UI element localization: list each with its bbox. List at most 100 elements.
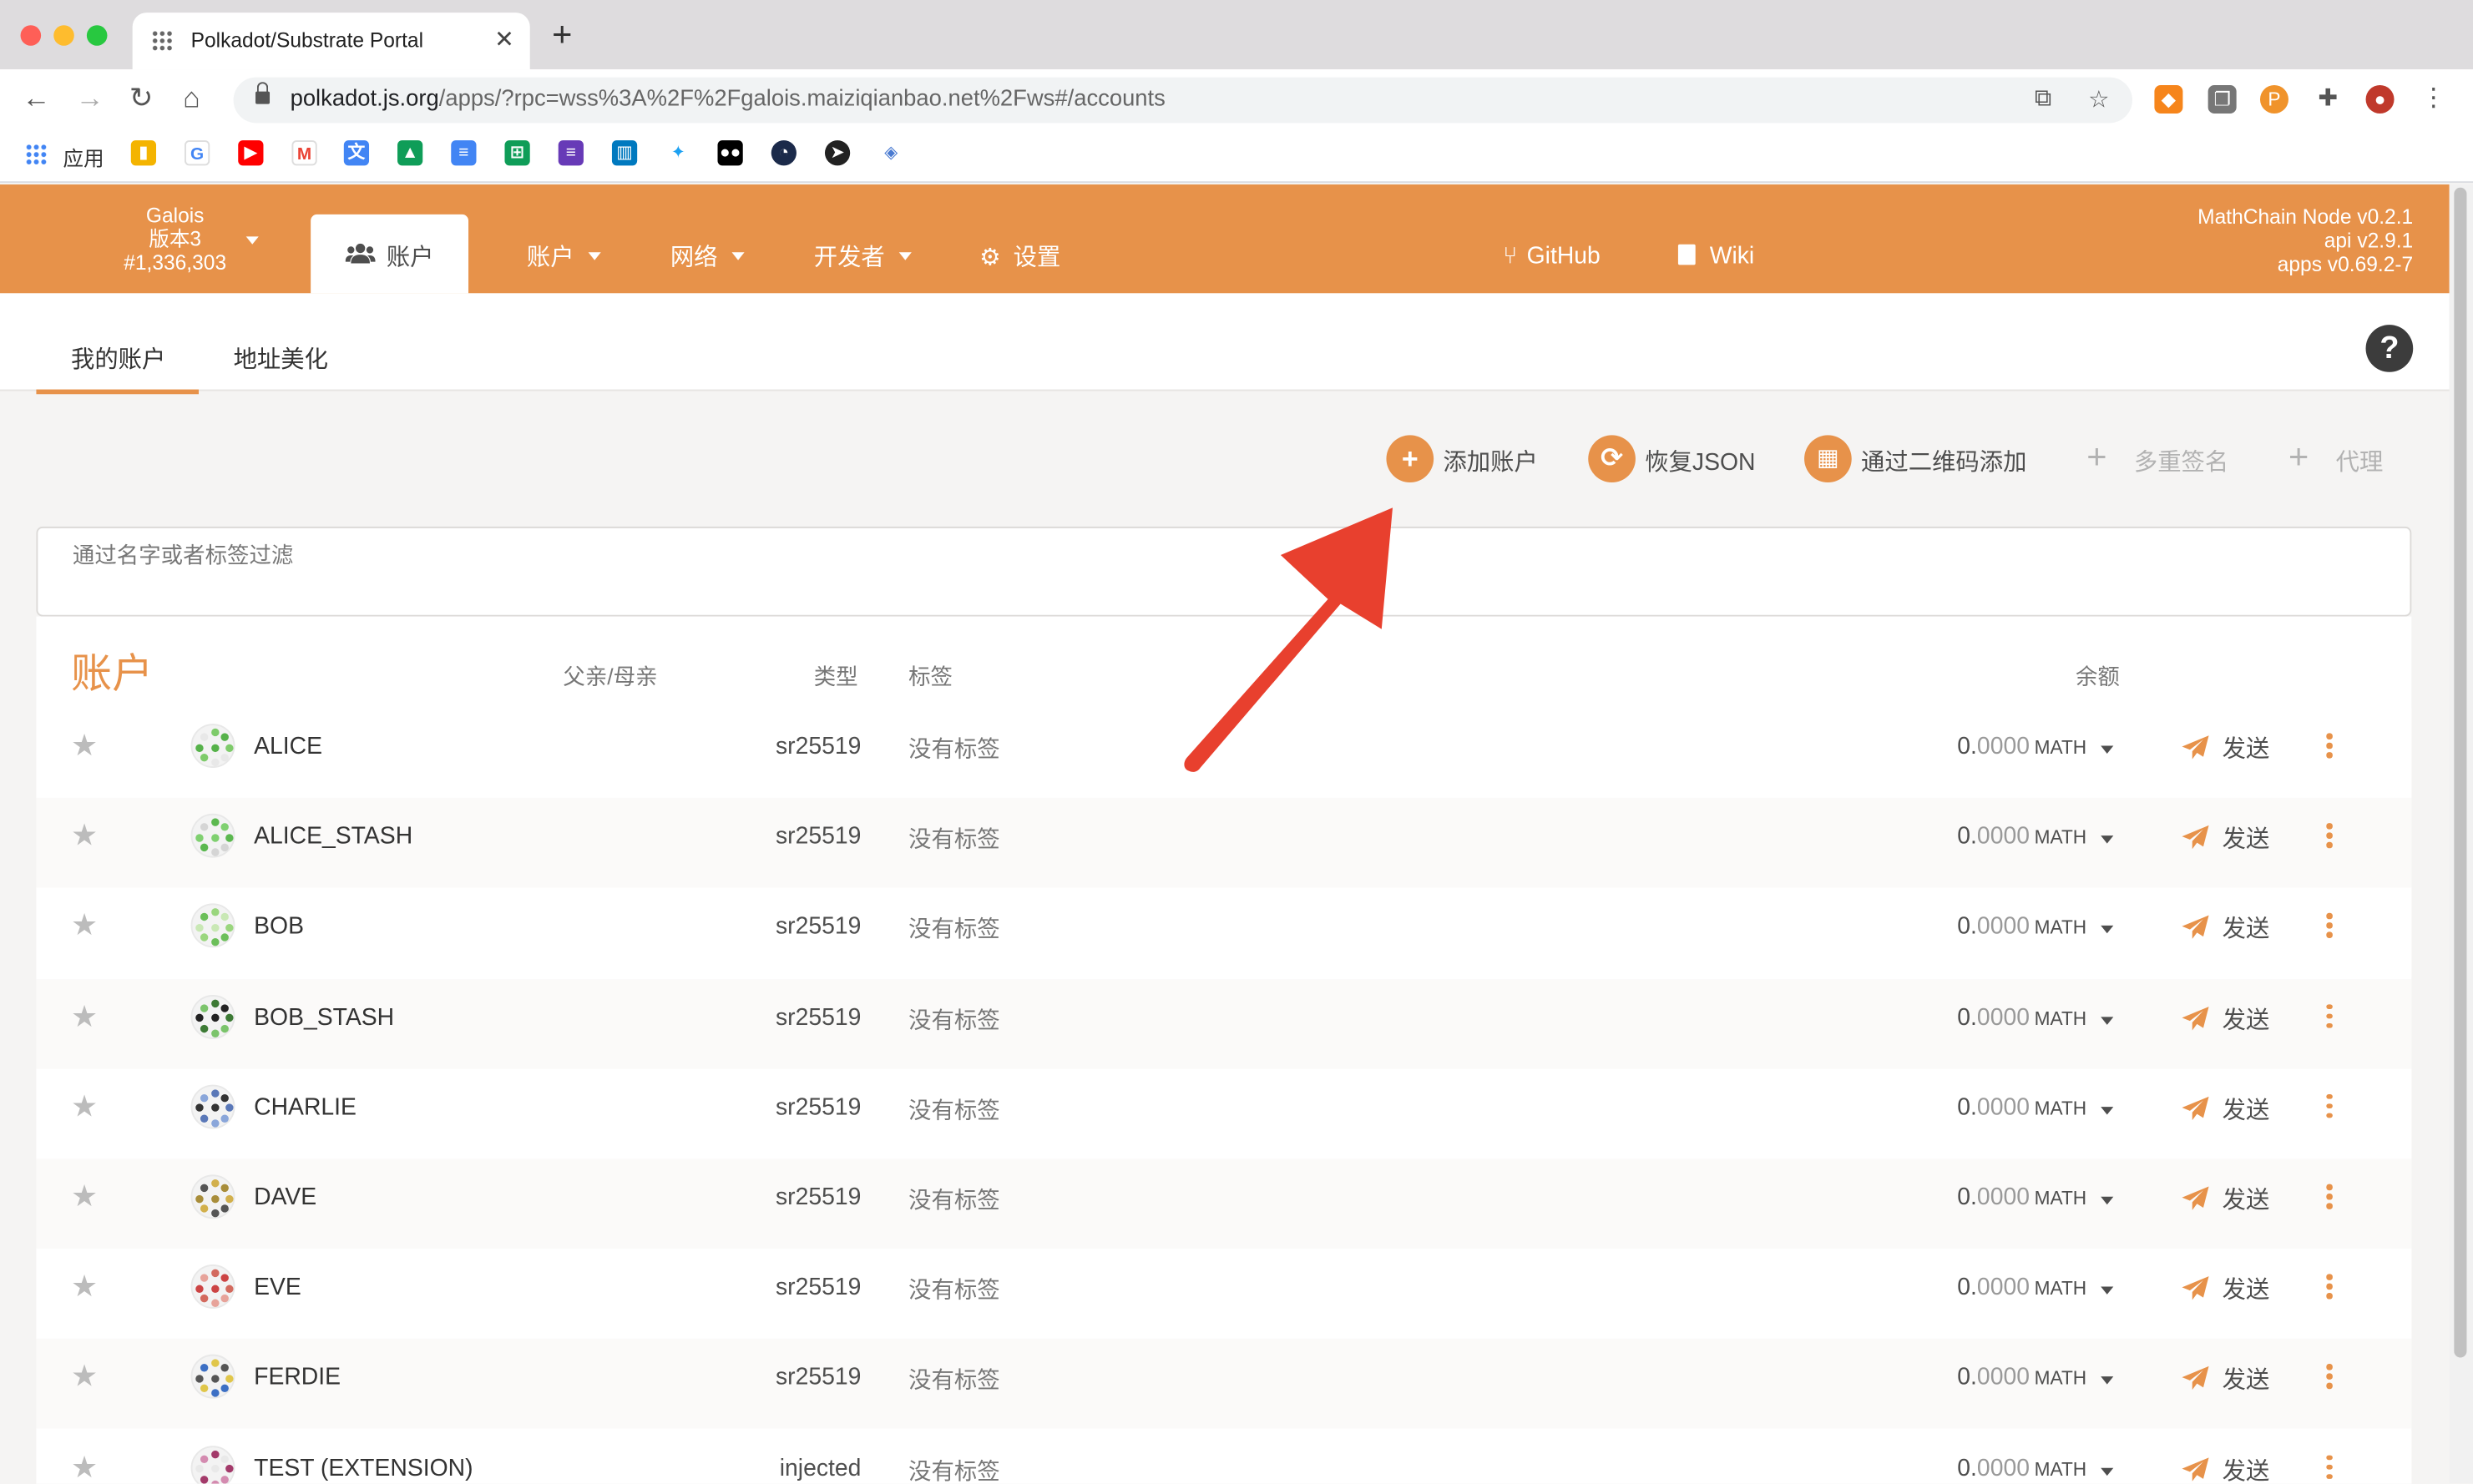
more-options-icon[interactable] (2326, 913, 2333, 941)
apps-bookmark[interactable]: 应用 (63, 142, 104, 172)
menu-network[interactable]: 网络 (670, 240, 745, 273)
window-close-button[interactable] (20, 25, 42, 46)
favorite-star-icon[interactable]: ★ (71, 821, 98, 854)
menu-settings[interactable]: ⚙ 设置 (979, 240, 1060, 273)
reload-icon[interactable]: ↻ (129, 82, 154, 114)
more-options-icon[interactable] (2326, 1274, 2333, 1303)
send-button[interactable]: 发送 (2182, 822, 2269, 856)
polkadot-extension-icon[interactable]: P (2259, 85, 2288, 114)
balance-expand-caret-icon[interactable] (2101, 835, 2114, 844)
account-balance[interactable]: 0.0000 MATH (1957, 1184, 2086, 1211)
extensions-puzzle-icon[interactable]: ✚ (2314, 85, 2342, 114)
close-tab-icon[interactable]: ✕ (494, 25, 514, 53)
youtube-bookmark-icon[interactable]: ▶ (238, 140, 264, 166)
scrollbar-thumb[interactable] (2454, 187, 2467, 1358)
browser-menu-icon[interactable]: ⋮ (2420, 85, 2448, 114)
more-options-icon[interactable] (2326, 823, 2333, 851)
url-text[interactable]: polkadot.js.org/apps/?rpc=wss%3A%2F%2Fga… (291, 87, 1166, 112)
window-minimize-button[interactable] (53, 25, 74, 46)
identicon-avatar[interactable] (190, 1264, 235, 1310)
account-tags[interactable]: 没有标签 (908, 732, 1000, 765)
send-button[interactable]: 发送 (2182, 732, 2269, 765)
filter-input[interactable] (72, 542, 1019, 568)
favorite-star-icon[interactable]: ★ (71, 1272, 98, 1305)
docs-bookmark-icon[interactable]: ≡ (451, 140, 477, 166)
account-tags[interactable]: 没有标签 (908, 1183, 1000, 1216)
more-options-icon[interactable] (2326, 1454, 2333, 1483)
home-icon[interactable]: ⌂ (183, 82, 200, 114)
compass-bookmark-icon[interactable]: ➤ (824, 140, 851, 166)
address-bar[interactable]: polkadot.js.org/apps/?rpc=wss%3A%2F%2Fga… (233, 77, 2132, 124)
favorite-star-icon[interactable]: ★ (71, 911, 98, 944)
account-tags[interactable]: 没有标签 (908, 1363, 1000, 1396)
account-name[interactable]: FERDIE (254, 1365, 341, 1391)
account-name[interactable]: TEST (EXTENSION) (254, 1455, 473, 1481)
menu-developer[interactable]: 开发者 (814, 240, 912, 273)
chart-bookmark-icon[interactable]: ◔ (771, 140, 797, 166)
favorite-star-icon[interactable]: ★ (71, 1362, 98, 1395)
drive-bookmark-icon[interactable]: ▲ (397, 140, 423, 166)
account-tags[interactable]: 没有标签 (908, 1093, 1000, 1126)
account-balance[interactable]: 0.0000 MATH (1957, 1455, 2086, 1481)
apps-grid-icon[interactable] (25, 143, 48, 166)
account-name[interactable]: EVE (254, 1275, 301, 1301)
forms-bookmark-icon[interactable]: ≡ (558, 140, 584, 166)
account-tags[interactable]: 没有标签 (908, 822, 1000, 856)
identicon-avatar[interactable] (190, 724, 235, 768)
more-options-icon[interactable] (2326, 733, 2333, 761)
send-button[interactable]: 发送 (2182, 1273, 2269, 1306)
more-options-icon[interactable] (2326, 1003, 2333, 1032)
back-icon[interactable]: ← (22, 82, 50, 114)
identicon-avatar[interactable] (190, 1084, 235, 1129)
extension-icon[interactable]: ❐ (2207, 85, 2237, 114)
account-balance[interactable]: 0.0000 MATH (1957, 1094, 2086, 1121)
more-options-icon[interactable] (2326, 1184, 2333, 1213)
sheets-bookmark-icon[interactable]: ⊞ (504, 140, 530, 166)
account-name[interactable]: ALICE (254, 733, 322, 760)
metamask-extension-icon[interactable]: ◆ (2154, 85, 2183, 114)
account-tags[interactable]: 没有标签 (908, 1002, 1000, 1036)
send-button[interactable]: 发送 (2182, 1453, 2269, 1484)
identicon-avatar[interactable] (190, 814, 235, 858)
balance-expand-caret-icon[interactable] (2101, 1466, 2114, 1476)
send-button[interactable]: 发送 (2182, 912, 2269, 946)
translate-bookmark-icon[interactable]: 文 (343, 140, 370, 166)
new-tab-button[interactable]: + (552, 17, 572, 53)
favorite-star-icon[interactable]: ★ (71, 1092, 98, 1124)
balance-expand-caret-icon[interactable] (2101, 926, 2114, 935)
account-name[interactable]: ALICE_STASH (254, 823, 412, 850)
identicon-avatar[interactable] (190, 1355, 235, 1400)
account-balance[interactable]: 0.0000 MATH (1957, 1365, 2086, 1391)
account-balance[interactable]: 0.0000 MATH (1957, 733, 2086, 760)
chain-selector[interactable]: Galois 版本3 #1,336,303 (89, 204, 262, 275)
balance-expand-caret-icon[interactable] (2101, 745, 2114, 754)
balance-expand-caret-icon[interactable] (2101, 1196, 2114, 1205)
menu-accounts-active[interactable]: 账户 (311, 214, 469, 294)
account-name[interactable]: BOB_STASH (254, 1004, 394, 1031)
favorite-star-icon[interactable]: ★ (71, 1452, 98, 1484)
tab-my-accounts[interactable]: 我的账户 (71, 342, 165, 376)
send-button[interactable]: 发送 (2182, 1363, 2269, 1396)
balance-expand-caret-icon[interactable] (2101, 1376, 2114, 1386)
send-button[interactable]: 发送 (2182, 1183, 2269, 1216)
gmail-bookmark-icon[interactable]: M (291, 140, 317, 166)
menu-github[interactable]: ⑂ GitHub (1503, 243, 1601, 270)
account-tags[interactable]: 没有标签 (908, 912, 1000, 946)
analytics-bookmark-icon[interactable]: ▮ (130, 140, 157, 166)
chain-dropdown-caret-icon[interactable] (245, 236, 259, 245)
favorite-star-icon[interactable]: ★ (71, 1182, 98, 1214)
page-scrollbar[interactable] (2449, 184, 2473, 1484)
balance-expand-caret-icon[interactable] (2101, 1016, 2114, 1025)
menu-wiki[interactable]: Wiki (1677, 243, 1754, 270)
help-icon[interactable]: ? (2365, 325, 2414, 372)
more-options-icon[interactable] (2326, 1093, 2333, 1123)
tab-vanity-address[interactable]: 地址美化 (234, 342, 328, 376)
send-button[interactable]: 发送 (2182, 1093, 2269, 1126)
account-balance[interactable]: 0.0000 MATH (1957, 913, 2086, 940)
favorite-star-icon[interactable]: ★ (71, 731, 98, 764)
google-bookmark-icon[interactable]: G (185, 140, 210, 166)
profile-avatar[interactable]: ● (2365, 85, 2395, 114)
more-options-icon[interactable] (2326, 1364, 2333, 1393)
window-maximize-button[interactable] (86, 25, 108, 46)
forward-icon[interactable]: → (76, 82, 104, 114)
